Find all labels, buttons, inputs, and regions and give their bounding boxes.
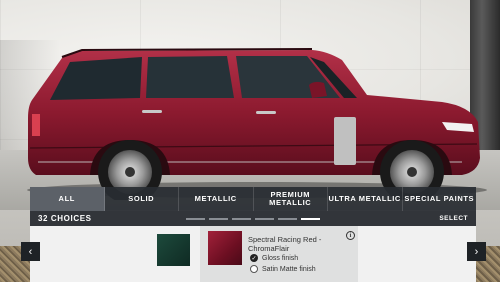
vehicle-image — [27, 48, 487, 200]
finish-option-gloss[interactable]: ✓ Gloss finish — [250, 254, 298, 262]
pager-dot[interactable] — [209, 218, 228, 220]
tab-premium-metallic[interactable]: PREMIUM METALLIC — [254, 187, 328, 211]
tab-ultra-metallic[interactable]: ULTRA METALLIC — [328, 187, 403, 211]
next-button[interactable]: › — [467, 242, 486, 261]
paint-swatch-panel: Spectral Racing Red - ChromaFlair i ✓ Gl… — [30, 226, 476, 282]
radio-icon — [250, 265, 258, 273]
choices-count: 32 CHOICES — [38, 214, 92, 223]
paint-category-tabs: ALL SOLID METALLIC PREMIUM METALLIC ULTR… — [30, 187, 476, 211]
paint-name: Spectral Racing Red - ChromaFlair — [248, 235, 322, 253]
select-button[interactable]: SELECT — [439, 215, 468, 222]
info-icon[interactable]: i — [346, 231, 355, 240]
pager-dot[interactable] — [232, 218, 251, 220]
selected-paint-card: Spectral Racing Red - ChromaFlair i ✓ Gl… — [200, 226, 358, 282]
finish-option-label: Gloss finish — [262, 254, 299, 262]
tab-all[interactable]: ALL — [30, 187, 105, 211]
previous-button[interactable]: ‹ — [21, 242, 40, 261]
paint-swatch-green[interactable] — [157, 234, 190, 266]
pager-indicator — [186, 218, 320, 220]
pager-dot[interactable] — [255, 218, 274, 220]
paint-swatch-selected[interactable] — [208, 231, 242, 265]
chevron-left-icon: ‹ — [28, 245, 33, 258]
pager-dot-active[interactable] — [301, 218, 320, 220]
pager-dot[interactable] — [186, 218, 205, 220]
tab-special-paints[interactable]: SPECIAL PAINTS — [403, 187, 477, 211]
tab-solid[interactable]: SOLID — [105, 187, 179, 211]
tab-metallic[interactable]: METALLIC — [179, 187, 254, 211]
checkmark-icon: ✓ — [250, 254, 258, 262]
finish-option-label: Satin Matte finish — [262, 265, 316, 273]
pager-dot[interactable] — [278, 218, 297, 220]
finish-option-satin[interactable]: Satin Matte finish — [250, 265, 316, 273]
chevron-right-icon: › — [474, 245, 479, 258]
